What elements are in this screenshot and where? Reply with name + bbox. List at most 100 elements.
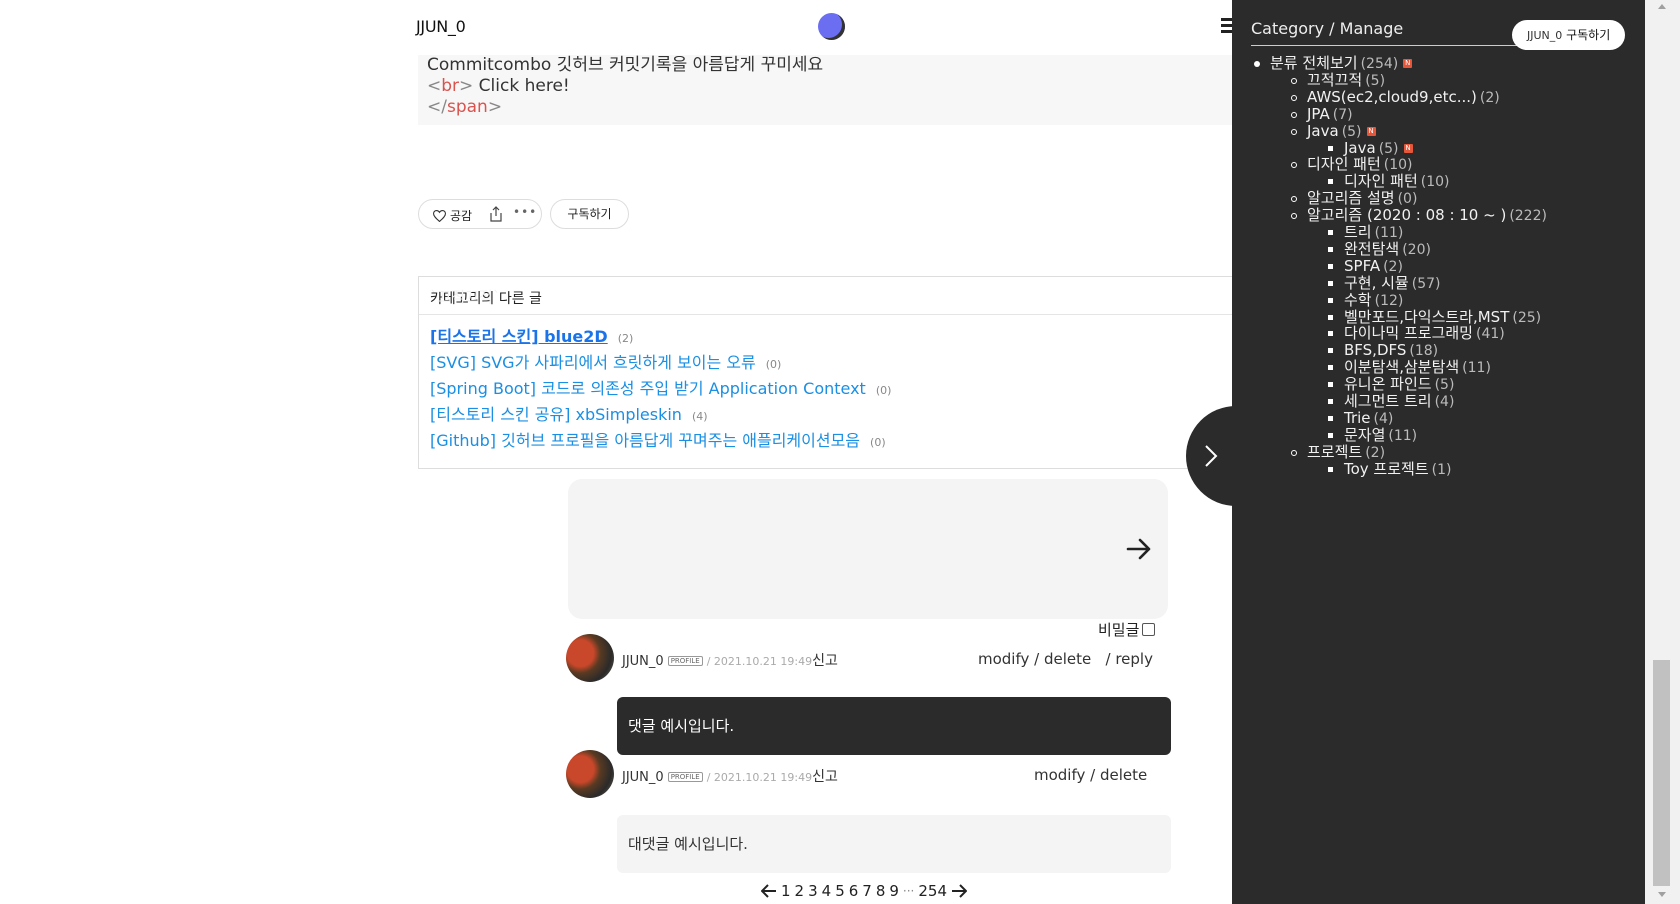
- share-icon[interactable]: [489, 206, 503, 222]
- page-number[interactable]: 6: [849, 882, 859, 900]
- more-options-icon[interactable]: •••: [513, 205, 537, 219]
- chevron-right-icon: [1205, 445, 1218, 467]
- category-bullet: [1328, 145, 1333, 151]
- sidebar-subscribe-button[interactable]: JJUN_0 구독하기: [1512, 20, 1626, 50]
- post-action-group: 공감 •••: [418, 199, 542, 229]
- comment-actions[interactable]: modify / delete: [1034, 766, 1147, 784]
- secret-label: 비밀글: [1098, 621, 1140, 639]
- category-count: (0): [1397, 191, 1418, 208]
- comment-bubble: 댓글 예시입니다.: [617, 697, 1171, 755]
- sidebar-title: Category / Manage: [1251, 19, 1404, 38]
- category-bullet: [1328, 263, 1333, 269]
- submit-arrow-icon[interactable]: [1125, 535, 1153, 563]
- page-number[interactable]: 4: [822, 882, 832, 900]
- category-label: 문자열: [1344, 425, 1386, 444]
- category-bullet: [1291, 213, 1297, 220]
- category-count: (5): [1341, 123, 1362, 140]
- comment-header: JJUN_0 PROFILE/ 2021.10.21 19:49신고: [622, 766, 838, 786]
- comment-textarea[interactable]: [568, 479, 1168, 619]
- report-link[interactable]: 신고: [812, 769, 838, 785]
- heart-icon: [433, 209, 446, 222]
- pagination: 1 2 3 4 5 6 7 8 9 ··· 254: [761, 882, 968, 900]
- category-count: (5): [1365, 72, 1386, 89]
- category-label: 알고리즘 설명: [1307, 189, 1395, 208]
- comment-actions[interactable]: modify / delete / reply: [978, 650, 1153, 668]
- category-count: (2): [1365, 444, 1386, 461]
- related-posts-title: `끄적끄적` 카테고리의 다른 글: [430, 288, 542, 307]
- category-bullet: [1328, 280, 1333, 286]
- subscribe-button[interactable]: 구독하기: [550, 199, 629, 229]
- comment-date: / 2021.10.21 19:49: [706, 655, 813, 668]
- category-bullet: [1291, 94, 1297, 101]
- page-number[interactable]: 3: [808, 882, 818, 900]
- comment-author[interactable]: JJUN_0: [622, 654, 664, 669]
- scroll-down-arrow-icon[interactable]: [1658, 892, 1666, 897]
- related-post-link[interactable]: [티스토리 스킨] blue2D (2): [430, 323, 633, 347]
- category-label: Java: [1344, 138, 1376, 157]
- profile-tag[interactable]: PROFILE: [667, 771, 703, 782]
- page-number[interactable]: 2: [795, 882, 805, 900]
- page-number[interactable]: 9: [889, 882, 899, 900]
- category-count: (7): [1332, 106, 1353, 123]
- category-bullet: [1328, 179, 1333, 185]
- category-count: (10): [1420, 174, 1450, 191]
- prev-page-arrow-icon[interactable]: [761, 884, 777, 898]
- comment-author[interactable]: JJUN_0: [622, 770, 664, 785]
- category-count: (1): [1431, 461, 1452, 478]
- avatar[interactable]: [566, 750, 614, 798]
- page-number[interactable]: 5: [835, 882, 845, 900]
- logo-circle-icon[interactable]: [818, 13, 845, 40]
- category-label: 끄적끄적: [1307, 70, 1363, 89]
- category-bullet: [1254, 61, 1260, 67]
- secret-comment-toggle[interactable]: 비밀글: [1098, 619, 1156, 640]
- profile-tag[interactable]: PROFILE: [667, 655, 703, 666]
- comment-header: JJUN_0 PROFILE/ 2021.10.21 19:49신고: [622, 650, 838, 670]
- page-number-last[interactable]: 254: [918, 882, 947, 900]
- related-post-link[interactable]: [Github] 깃허브 프로필을 아름답게 꾸며주는 애플리케이션모음 (0): [430, 427, 886, 451]
- category-label: 알고리즘 (2020 : 08 : 10 ~ ): [1307, 206, 1507, 225]
- category-bullet: [1328, 399, 1333, 404]
- category-label: JPA: [1307, 104, 1330, 123]
- sidebar-category-item[interactable]: Toy 프로젝트 (1): [1344, 460, 1451, 479]
- like-label: 공감: [450, 209, 473, 223]
- category-count: (5): [1378, 140, 1399, 157]
- category-count: (41): [1475, 326, 1505, 343]
- category-count: (12): [1374, 292, 1404, 309]
- related-post-link[interactable]: [SVG] SVG가 사파리에서 흐릿하게 보이는 오류 (0): [430, 349, 781, 373]
- secret-checkbox[interactable]: [1142, 623, 1156, 636]
- page-number[interactable]: 7: [862, 882, 872, 900]
- related-post-link[interactable]: [티스토리 스킨 공유] xbSimpleskin (4): [430, 401, 708, 425]
- category-bullet: [1291, 162, 1297, 169]
- sidebar-category-item[interactable]: 알고리즘 (2020 : 08 : 10 ~ ) (222): [1307, 206, 1547, 225]
- blog-title[interactable]: JJUN_0: [416, 17, 466, 36]
- code-block: Commitcombo 깃허브 커밋기록을 아름답게 꾸미세요 <br> Cli…: [418, 55, 1238, 125]
- category-label: 벨만포드,다익스트라,MST: [1344, 307, 1510, 326]
- related-posts-box: `끄적끄적` 카테고리의 다른 글 [티스토리 스킨] blue2D (2) [S…: [418, 276, 1238, 469]
- category-label: 유니온 파인드: [1344, 375, 1432, 394]
- category-label: AWS(ec2,cloud9,etc...): [1307, 87, 1477, 106]
- avatar[interactable]: [566, 634, 614, 682]
- category-count: (25): [1512, 309, 1542, 326]
- like-button[interactable]: 공감: [433, 207, 472, 224]
- code-line-1: Commitcombo 깃허브 커밋기록을 아름답게 꾸미세요: [427, 55, 824, 75]
- next-page-arrow-icon[interactable]: [951, 884, 968, 898]
- new-badge-icon: N: [1366, 126, 1376, 136]
- category-label: Trie: [1344, 408, 1371, 427]
- category-label: 완전탐색: [1344, 239, 1400, 258]
- report-link[interactable]: 신고: [812, 653, 838, 669]
- related-post-link[interactable]: [Spring Boot] 코드로 의존성 주입 받기 Application …: [430, 375, 891, 399]
- new-badge-icon: N: [1403, 143, 1413, 153]
- page-number[interactable]: 8: [876, 882, 886, 900]
- category-label: SPFA: [1344, 256, 1381, 275]
- scroll-up-arrow-icon[interactable]: [1658, 4, 1666, 9]
- category-bullet: [1291, 196, 1297, 203]
- scrollbar-thumb[interactable]: [1653, 660, 1670, 886]
- category-label: 분류 전체보기: [1270, 54, 1358, 72]
- category-count: (4): [1434, 394, 1455, 410]
- category-label: Toy 프로젝트: [1344, 459, 1429, 478]
- category-count: (11): [1462, 360, 1491, 377]
- category-bullet: [1328, 314, 1333, 320]
- category-count: (254): [1360, 56, 1399, 72]
- category-bullet: [1291, 111, 1297, 118]
- page-number[interactable]: 1: [781, 882, 791, 900]
